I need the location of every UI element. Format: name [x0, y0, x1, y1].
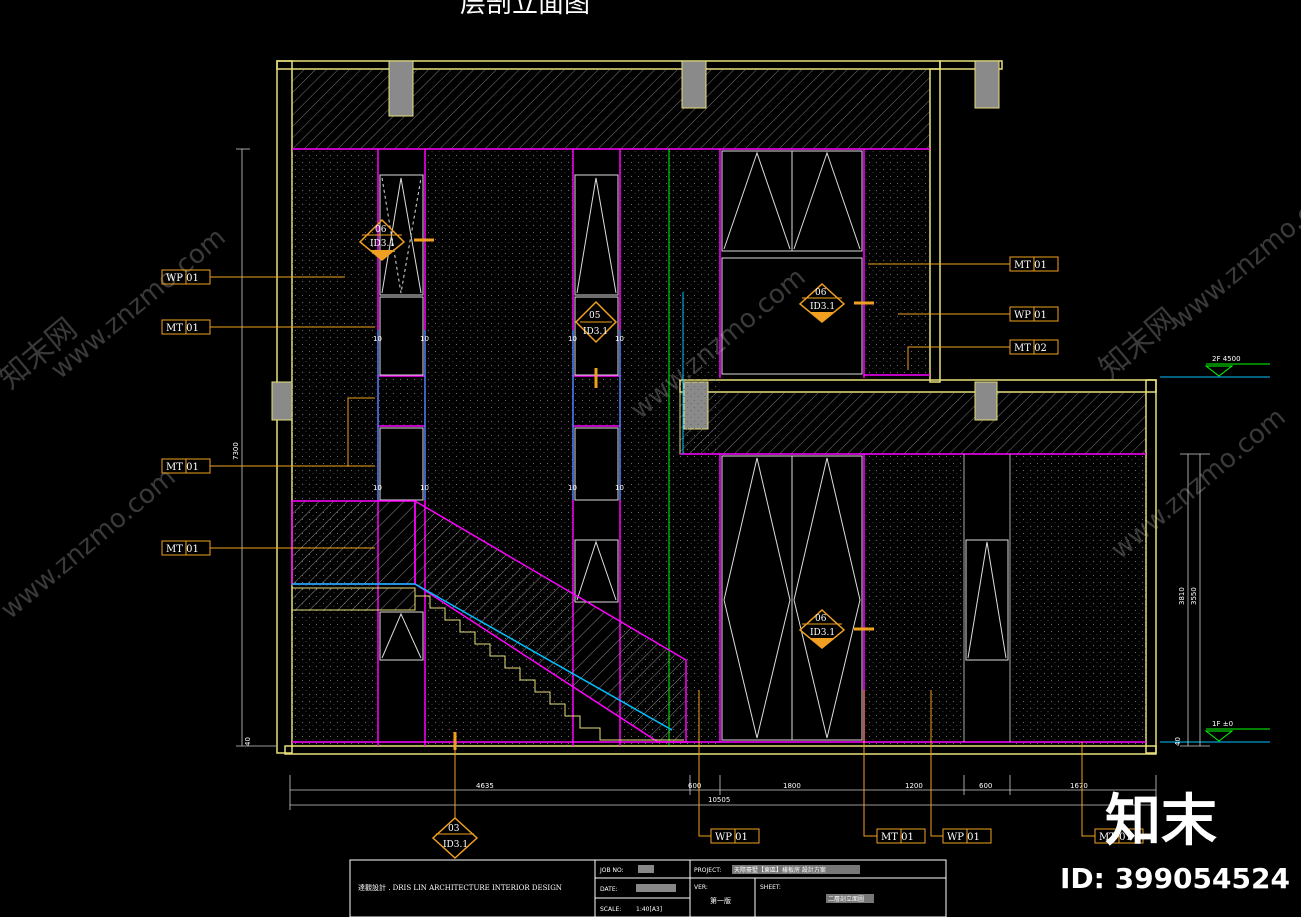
- tag-mt01-bottom-text: MT 01: [881, 832, 914, 843]
- title-block-company: 達觀設計 . DRIS LIN ARCHITECTURE INTERIOR DE…: [358, 883, 562, 892]
- dim-vertical-3810: 3810: [1178, 587, 1186, 605]
- dim-4635: 4635: [476, 782, 494, 790]
- dim-1200: 1200: [905, 782, 923, 790]
- section-symbol-03: 03 ID3.1: [431, 732, 479, 860]
- watermark-site-lower: www.znzmo.com: [0, 462, 182, 625]
- tag-mt01-left-3-text: MT 01: [166, 544, 199, 555]
- drawing-title: 层剖立面图: [460, 0, 590, 19]
- watermark-logo: 知末: [1105, 789, 1217, 854]
- tag-mt01-left-2-text: MT 01: [166, 462, 199, 473]
- gap-10-c: 10: [568, 335, 577, 343]
- gap-10-e: 10: [373, 484, 382, 492]
- dim-vertical-7300: 7300: [232, 442, 240, 460]
- section-symbol-03-num: 03: [448, 824, 460, 834]
- title-block-scale-value: 1:40[A3]: [636, 906, 662, 913]
- gap-10-a: 10: [373, 335, 382, 343]
- gap-10-g: 10: [568, 484, 577, 492]
- level-marker-1f: 1F ±0: [1204, 720, 1270, 742]
- watermark-id: ID: 399054524: [1060, 862, 1290, 895]
- dim-vertical-40-right: 40: [1174, 737, 1182, 746]
- level-1f-label: 1F ±0: [1212, 720, 1233, 728]
- tag-mt01-left-1-text: MT 01: [166, 323, 199, 334]
- title-block-project-value: 天際豪墅【東區】樣板房 設計方案: [734, 866, 826, 874]
- dim-vertical-3550: 3550: [1190, 587, 1198, 605]
- tag-wp01-bottom-1-text: WP 01: [715, 832, 748, 843]
- dim-1800: 1800: [783, 782, 801, 790]
- section-symbol-06-b: 06 ID3.1: [798, 282, 874, 323]
- tag-wp01-bottom-2-text: WP 01: [947, 832, 980, 843]
- title-block-date-label: DATE:: [600, 886, 618, 893]
- watermark-site-left: www.znzmo.com: [45, 222, 231, 385]
- dim-1670: 1670: [1070, 782, 1088, 790]
- section-symbol-06-c-num: 06: [815, 614, 827, 624]
- tag-wp01-left-text: WP 01: [166, 273, 199, 284]
- title-block-ver-value: 第一版: [710, 896, 731, 905]
- dim-vertical-40-left: 40: [244, 737, 252, 746]
- title-block-sheet-value: 二層剖立面圖: [828, 895, 864, 903]
- tag-mt01-right-text: MT 01: [1014, 260, 1047, 271]
- section-symbol-05-num: 05: [589, 311, 601, 321]
- level-2f-label: 2F 4500: [1212, 355, 1241, 363]
- tag-mt02-right-text: MT 02: [1014, 343, 1047, 354]
- section-symbol-06-a-ref: ID3.1: [370, 239, 395, 249]
- title-block-sheet-label: SHEET:: [760, 884, 781, 891]
- section-symbol-06-c-ref: ID3.1: [810, 628, 835, 638]
- dim-total: 10505: [708, 796, 730, 804]
- title-block-job-label: JOB NO:: [599, 867, 624, 874]
- section-symbol-06-a-num: 06: [375, 225, 387, 235]
- gap-10-d: 10: [615, 335, 624, 343]
- gap-10-h: 10: [615, 484, 624, 492]
- watermark-site-topright: www.znzmo.com: [1165, 172, 1301, 335]
- section-symbol-06-c: 06 ID3.1: [798, 608, 874, 649]
- title-block: 達觀設計 . DRIS LIN ARCHITECTURE INTERIOR DE…: [349, 859, 947, 917]
- title-block-scale-label: SCALE:: [600, 906, 621, 913]
- section-symbol-06-b-num: 06: [815, 288, 827, 298]
- elevation-drawing: 层剖立面图 www.znzmo.com www.znzmo.com www.zn…: [0, 0, 1301, 917]
- level-marker-2f: 2F 4500: [1204, 355, 1270, 377]
- section-symbol-06-b-ref: ID3.1: [810, 302, 835, 312]
- section-symbol-05-ref: ID3.1: [583, 327, 608, 337]
- title-block-project-label: PROJECT:: [694, 867, 721, 874]
- dim-600-b: 600: [979, 782, 992, 790]
- title-block-ver-label: VER:: [694, 884, 708, 891]
- section-symbol-03-ref: ID3.1: [443, 840, 468, 850]
- gap-10-b: 10: [420, 335, 429, 343]
- gap-10-f: 10: [420, 484, 429, 492]
- tag-wp01-right-text: WP 01: [1014, 310, 1047, 321]
